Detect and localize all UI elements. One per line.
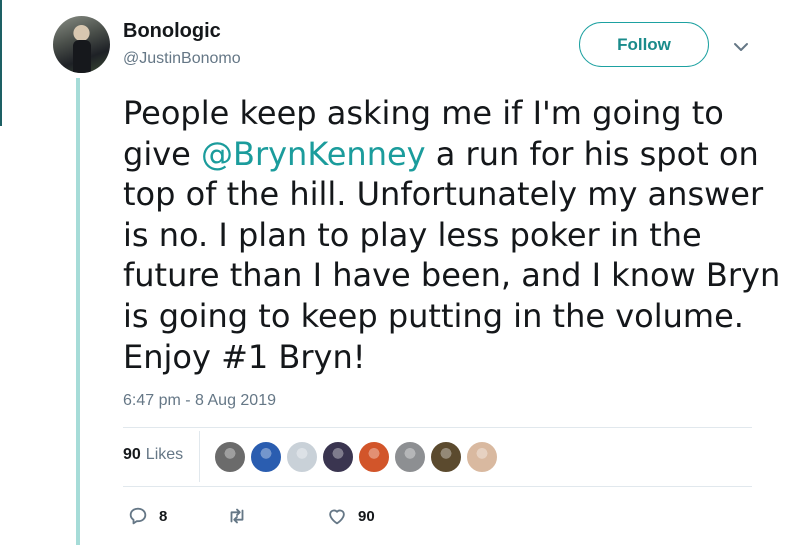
liker-avatar-8[interactable]	[466, 441, 498, 473]
window-edge	[0, 0, 2, 126]
mention-link[interactable]: @BrynKenney	[201, 135, 426, 173]
likes-count: 90	[123, 446, 141, 463]
follow-button[interactable]: Follow	[579, 22, 709, 67]
like-button[interactable]: 90	[326, 505, 375, 527]
tweet-text: People keep asking me if I'm going to gi…	[123, 93, 783, 377]
retweet-button[interactable]	[226, 505, 258, 527]
chevron-down-icon[interactable]	[730, 36, 752, 58]
user-handle[interactable]: @JustinBonomo	[123, 50, 241, 68]
liker-avatars	[214, 441, 502, 473]
display-name[interactable]: Bonologic	[123, 20, 221, 43]
liker-avatar-2[interactable]	[250, 441, 282, 473]
thread-line	[76, 78, 80, 545]
like-count: 90	[358, 507, 375, 525]
liker-avatar-5[interactable]	[358, 441, 390, 473]
reply-button[interactable]: 8	[127, 505, 167, 527]
likes-stat[interactable]: 90 Likes	[123, 446, 183, 464]
heart-icon	[329, 509, 345, 525]
liker-avatar-7[interactable]	[430, 441, 462, 473]
liker-avatar-1[interactable]	[214, 441, 246, 473]
tweet-timestamp[interactable]: 6:47 pm - 8 Aug 2019	[123, 392, 276, 410]
divider	[123, 486, 752, 487]
stat-separator	[199, 431, 200, 482]
avatar[interactable]	[53, 16, 110, 73]
reply-icon	[129, 507, 147, 525]
likes-label: Likes	[145, 446, 184, 463]
liker-avatar-4[interactable]	[322, 441, 354, 473]
liker-avatar-6[interactable]	[394, 441, 426, 473]
retweet-icon	[230, 508, 244, 524]
liker-avatar-3[interactable]	[286, 441, 318, 473]
reply-count: 8	[159, 507, 168, 525]
divider	[123, 427, 752, 428]
